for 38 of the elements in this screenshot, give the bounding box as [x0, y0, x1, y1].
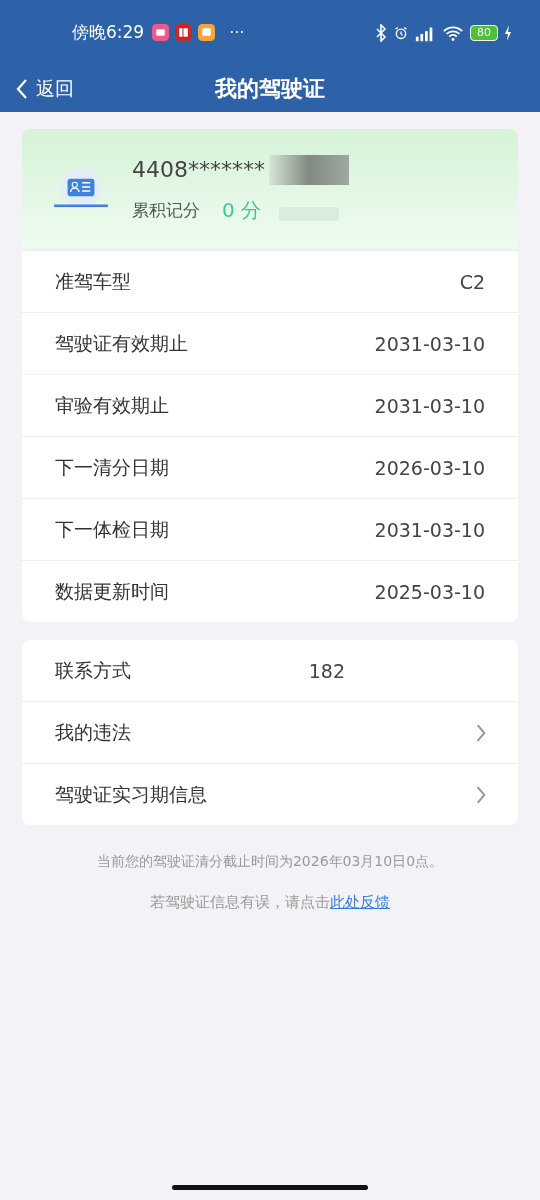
detail-label: 下一体检日期: [55, 516, 169, 542]
more-notifications: ···: [229, 23, 245, 42]
detail-label: 下一清分日期: [55, 454, 169, 480]
feedback-text: 若驾驶证信息有误，请点击此处反馈: [149, 893, 391, 912]
detail-value: 2025-03-10: [374, 580, 485, 603]
detail-label: 数据更新时间: [55, 578, 169, 604]
item-label: 驾驶证实习期信息: [55, 781, 207, 807]
menu-item[interactable]: 驾驶证实习期信息: [22, 763, 518, 825]
item-label: 联系方式: [55, 657, 131, 683]
back-button[interactable]: 返回: [0, 75, 74, 102]
app-icon: [152, 24, 170, 41]
phone-value: 182: [308, 659, 345, 682]
detail-label: 驾驶证有效期止: [55, 330, 188, 356]
detail-value: C2: [459, 270, 485, 293]
detail-value: 2031-03-10: [374, 394, 485, 417]
clearing-note: 当前您的驾驶证清分截止时间为2026年03月10日0点。: [95, 853, 445, 871]
license-number: 4408*******: [132, 157, 265, 182]
chevron-right-icon: [475, 784, 487, 805]
points-value: 0 分: [222, 196, 262, 224]
wifi-icon: [442, 23, 464, 42]
detail-value: 2026-03-10: [374, 456, 485, 479]
menu-item[interactable]: 我的违法: [22, 701, 518, 763]
status-time: 傍晚6:29: [72, 21, 145, 44]
charging-icon: [504, 23, 512, 42]
detail-value: 2031-03-10: [374, 518, 485, 541]
detail-label: 准驾车型: [55, 268, 131, 294]
app-icon: [198, 24, 216, 41]
battery-indicator: 80: [470, 24, 498, 41]
chevron-right-icon: [475, 722, 487, 743]
detail-value: 2031-03-10: [374, 332, 485, 355]
item-label: 我的违法: [55, 719, 131, 745]
chevron-left-icon: [16, 77, 28, 100]
detail-label: 审验有效期止: [55, 392, 169, 418]
bluetooth-icon: [374, 23, 388, 42]
feedback-link[interactable]: 此处反馈: [330, 893, 390, 911]
points-label: 累积记分: [132, 198, 200, 222]
app-icon: [175, 24, 193, 41]
page-title: 我的驾驶证: [215, 74, 325, 103]
